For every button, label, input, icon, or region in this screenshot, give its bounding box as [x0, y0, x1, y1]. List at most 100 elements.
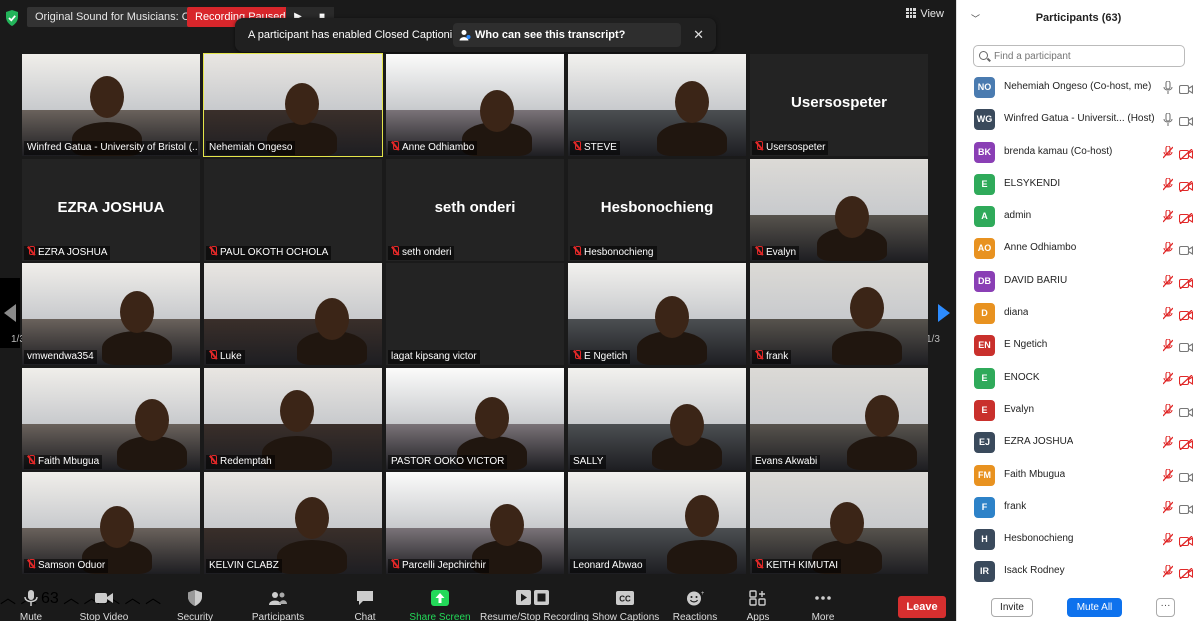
show-captions-button[interactable]: CC Show Captions: [592, 584, 659, 621]
video-off-icon: [1178, 373, 1194, 387]
video-tile[interactable]: Faith Mbugua: [22, 367, 200, 470]
muted-microphone-icon[interactable]: [1162, 274, 1174, 288]
participant-row[interactable]: Aadmin: [957, 201, 1200, 233]
participant-row[interactable]: E Evalyn: [957, 395, 1200, 427]
participant-row[interactable]: IR Isack Rodney: [957, 556, 1200, 588]
captions-icon: CC: [616, 591, 634, 605]
view-button[interactable]: View: [906, 8, 944, 20]
video-tile[interactable]: Hesbonochieng Hesbonochieng: [568, 158, 746, 261]
share-screen-button[interactable]: Share Screen: [408, 584, 472, 621]
muted-microphone-icon[interactable]: [1162, 500, 1174, 514]
tile-name-label: seth onderi: [388, 245, 455, 260]
video-tile[interactable]: Redemptah: [204, 367, 382, 470]
reactions-label: Reactions: [672, 612, 718, 621]
tile-display-name: Usersospeter: [791, 94, 887, 111]
participant-row[interactable]: E ELSYKENDI: [957, 169, 1200, 201]
leave-button[interactable]: Leave: [898, 596, 946, 618]
participant-face: [280, 389, 314, 432]
participant-row[interactable]: DB DAVID BARIU: [957, 266, 1200, 298]
video-tile[interactable]: Evalyn: [750, 158, 928, 261]
panel-more-button[interactable]: ···: [1156, 598, 1175, 617]
video-tile[interactable]: vmwendwa354: [22, 263, 200, 365]
participant-row[interactable]: NO Nehemiah Ongeso (Co-host, me): [957, 72, 1200, 104]
shield-icon[interactable]: [4, 9, 20, 27]
muted-microphone-icon[interactable]: [1162, 468, 1174, 482]
participant-row[interactable]: E ENOCK: [957, 363, 1200, 395]
video-tile[interactable]: EZRA JOSHUA EZRA JOSHUA: [22, 158, 200, 261]
participant-row[interactable]: Ffrank: [957, 492, 1200, 524]
video-tile[interactable]: KEITH KIMUTAI: [750, 472, 928, 574]
video-tile[interactable]: lagat kipsang victor: [386, 263, 564, 365]
muted-microphone-icon[interactable]: [1162, 306, 1174, 320]
video-tile[interactable]: Winfred Gatua - University of Bristol (.…: [22, 54, 200, 156]
video-tile[interactable]: frank: [750, 263, 928, 365]
tile-name-label: frank: [752, 350, 792, 364]
mute-all-button[interactable]: Mute All: [1067, 598, 1122, 617]
muted-microphone-icon[interactable]: [1162, 371, 1174, 385]
tile-name-text: Nehemiah Ongeso: [209, 142, 293, 153]
participant-row[interactable]: AO Anne Odhiambo: [957, 233, 1200, 265]
muted-microphone-icon: [573, 141, 581, 151]
video-tile[interactable]: Leonard Abwao: [568, 472, 746, 574]
muted-microphone-icon[interactable]: [1162, 241, 1174, 255]
security-button[interactable]: Security: [172, 584, 218, 621]
muted-microphone-icon[interactable]: [1162, 338, 1174, 352]
muted-microphone-icon[interactable]: [1162, 403, 1174, 417]
participant-name: Winfred Gatua - Universit... (Host): [1004, 113, 1155, 125]
muted-microphone-icon[interactable]: [1162, 145, 1174, 159]
participant-name: Evalyn: [1004, 403, 1035, 415]
video-tile[interactable]: KELVIN CLABZ: [204, 472, 382, 574]
chat-button[interactable]: Chat: [348, 584, 382, 621]
stop-video-button[interactable]: Stop Video: [76, 584, 132, 621]
muted-microphone-icon[interactable]: [1162, 177, 1174, 191]
participant-row[interactable]: WG Winfred Gatua - Universit... (Host): [957, 104, 1200, 136]
participant-name: EZRA JOSHUA: [1004, 436, 1074, 448]
video-tile[interactable]: Anne Odhiambo: [386, 54, 564, 156]
video-tile[interactable]: STEVE: [568, 54, 746, 156]
original-sound-button[interactable]: Original Sound for Musicians: Off: [27, 7, 205, 27]
avatar: EJ: [974, 432, 995, 454]
video-tile[interactable]: Usersospeter Usersospeter: [750, 54, 928, 156]
more-button[interactable]: More: [806, 584, 840, 621]
microphone-icon[interactable]: [1163, 112, 1173, 127]
muted-microphone-icon[interactable]: [1162, 532, 1174, 546]
participant-search-input[interactable]: [973, 45, 1185, 67]
participant-row[interactable]: Ddiana: [957, 298, 1200, 330]
transcript-visibility-button[interactable]: Who can see this transcript? Recording o…: [453, 23, 681, 65]
apps-button[interactable]: Apps: [740, 584, 776, 621]
video-tile[interactable]: Nehemiah Ongeso: [203, 53, 383, 157]
video-tile[interactable]: SALLY: [568, 367, 746, 470]
participants-button[interactable]: Participants: [248, 584, 308, 621]
tile-name-text: Luke: [220, 351, 242, 362]
video-tile[interactable]: PAUL OKOTH OCHOLA: [204, 158, 382, 261]
muted-microphone-icon[interactable]: [1162, 209, 1174, 223]
participant-row[interactable]: BK brenda kamau (Co-host): [957, 137, 1200, 169]
video-tile[interactable]: PASTOR OOKO VICTOR: [386, 367, 564, 470]
apps-options-chevron-icon[interactable]: ︿: [145, 590, 161, 607]
participant-row[interactable]: H Hesbonochieng: [957, 524, 1200, 556]
muted-microphone-icon[interactable]: [1162, 564, 1174, 578]
video-tile[interactable]: Parcelli Jepchirchir: [386, 472, 564, 574]
participant-row[interactable]: FM Faith Mbugua: [957, 460, 1200, 492]
resume-stop-recording-button[interactable]: Resume/Stop Recording: [480, 584, 589, 621]
participant-row[interactable]: EJ EZRA JOSHUA: [957, 427, 1200, 459]
tile-name-label: EZRA JOSHUA: [24, 245, 111, 260]
mute-button[interactable]: Mute: [10, 584, 52, 621]
microphone-icon[interactable]: [1163, 80, 1173, 94]
avatar: IR: [974, 561, 995, 583]
participant-face: [655, 296, 689, 338]
participant-row[interactable]: EN E Ngetich: [957, 330, 1200, 362]
tile-name-text: SALLY: [573, 455, 604, 467]
muted-microphone-icon[interactable]: [1162, 435, 1174, 449]
video-tile[interactable]: E Ngetich: [568, 263, 746, 365]
avatar: A: [974, 206, 995, 228]
close-icon[interactable]: ✕: [693, 27, 704, 43]
video-tile[interactable]: Evans Akwabi: [750, 367, 928, 470]
invite-button[interactable]: Invite: [991, 598, 1033, 617]
reactions-button[interactable]: + Reactions: [672, 584, 718, 621]
video-tile[interactable]: Luke: [204, 263, 382, 365]
participant-body: [832, 331, 902, 365]
video-tile[interactable]: seth onderi seth onderi: [386, 158, 564, 261]
tile-name-label: Winfred Gatua - University of Bristol (.…: [24, 141, 198, 155]
video-tile[interactable]: Samson Oduor: [22, 472, 200, 574]
